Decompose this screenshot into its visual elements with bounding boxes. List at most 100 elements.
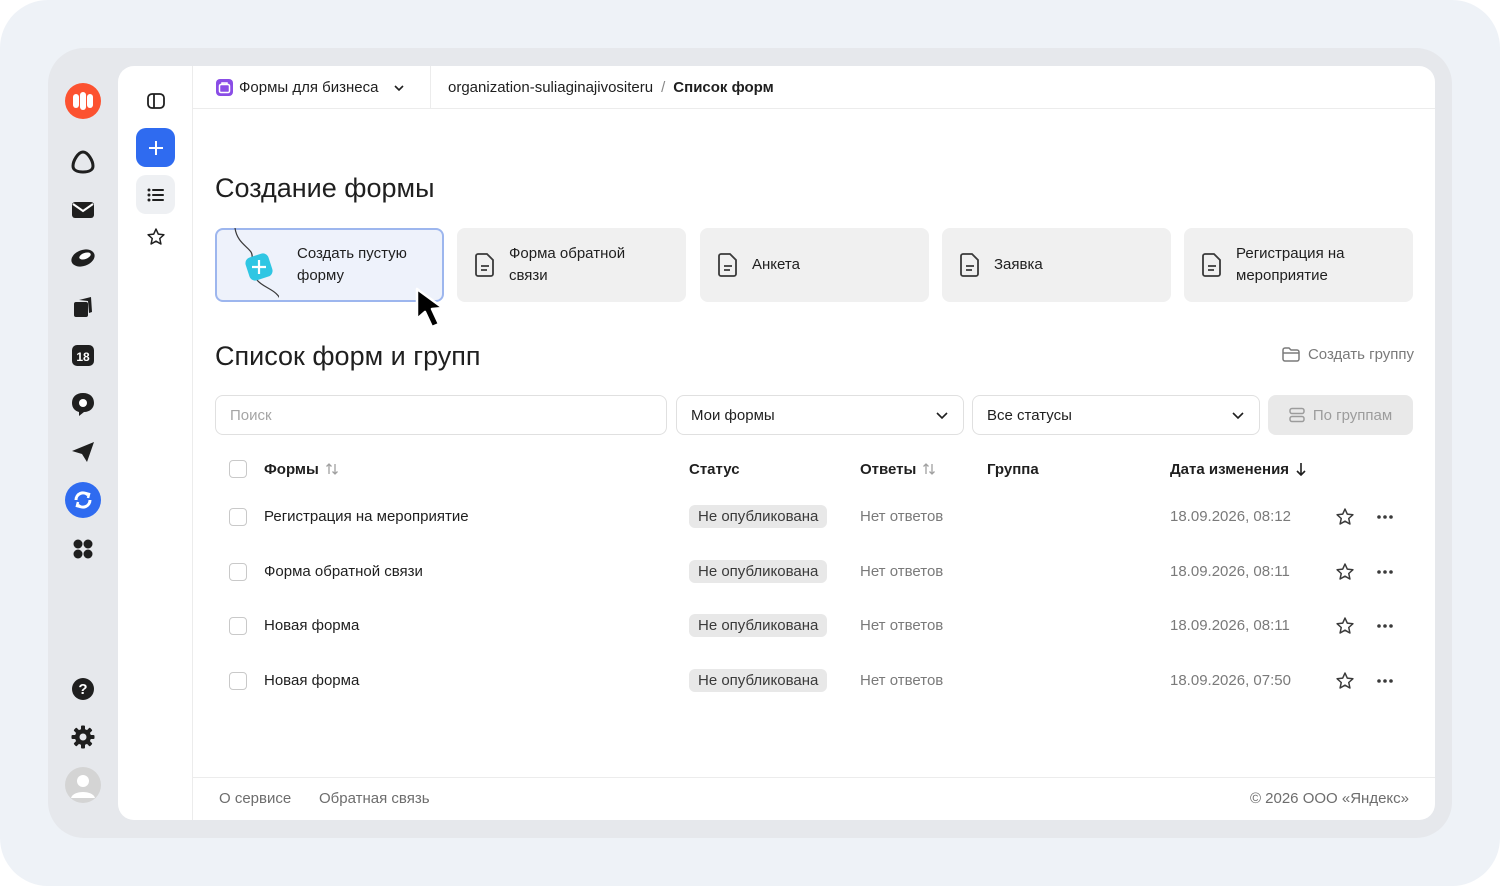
form-name[interactable]: Новая форма [264,653,359,708]
svg-text:?: ? [78,681,87,698]
forms-sidebar [118,66,193,820]
modified-date: 18.09.2026, 08:11 [1170,617,1290,634]
document-icon [1202,253,1221,277]
blank-form-illustration-icon [234,228,279,299]
tile-application[interactable]: Заявка [942,228,1171,302]
tile-label: Форма обратной связи [509,245,626,284]
tile-label: Анкета [752,256,800,273]
modified-date: 18.09.2026, 08:12 [1170,508,1291,525]
column-status: Статус [689,460,740,478]
status-filter-select[interactable]: Все статусы [972,395,1260,435]
favorites-nav[interactable] [136,217,175,256]
table-row[interactable]: Новая форма Не опубликована Нет ответов 18.… [215,598,1415,653]
chevron-down-icon [1232,412,1244,420]
copyright: © 2026 ООО «Яндекс» [1249,790,1409,807]
row-checkbox[interactable] [229,562,247,581]
more-options-icon[interactable] [1376,653,1394,708]
document-icon [718,253,737,277]
column-forms[interactable]: Формы [264,449,339,489]
settings-icon[interactable] [65,719,101,755]
create-form-button[interactable] [136,128,175,167]
groups-icon [1289,407,1305,423]
form-name[interactable]: Новая форма [264,598,359,653]
select-all-checkbox[interactable] [229,460,247,478]
form-name[interactable]: Форма обратной связи [264,544,423,599]
sort-desc-icon [1296,463,1306,476]
status-badge: Не опубликована [689,560,828,583]
service-switcher[interactable]: Формы для бизнеса [193,66,431,109]
filters-bar: Мои формы Все статусы По группам [215,395,1415,435]
breadcrumb: organization-suliaginajivositeru / Списо… [448,66,774,109]
service-name: Формы для бизнеса [239,79,379,96]
owner-filter-value: Мои формы [691,406,775,424]
answers-count: Нет ответов [860,508,944,525]
tile-event-registration[interactable]: Регистрация на мероприятие [1184,228,1413,302]
create-group-button[interactable]: Создать группу [1282,346,1414,363]
mail-icon[interactable] [65,192,101,228]
about-link[interactable]: О сервисе [219,790,291,807]
favorite-star-icon[interactable] [1335,544,1355,599]
status-filter-value: Все статусы [987,406,1072,424]
plus-icon [148,140,163,155]
forms-business-icon [216,79,233,96]
folder-icon [1282,347,1300,362]
column-answers-label: Ответы [860,460,917,478]
column-modified-label: Дата изменения [1170,460,1290,478]
tile-feedback-form[interactable]: Форма обратной связи [457,228,686,302]
docs-icon[interactable] [65,289,101,325]
column-forms-label: Формы [264,460,319,478]
column-answers[interactable]: Ответы [860,449,936,489]
answers-count: Нет ответов [860,617,944,634]
forms-icon[interactable] [65,482,101,518]
disk-icon[interactable] [65,240,101,276]
row-checkbox[interactable] [229,616,247,635]
status-badge: Не опубликована [689,614,828,637]
favorite-star-icon[interactable] [1335,653,1355,708]
tile-label: Заявка [994,256,1043,273]
row-checkbox[interactable] [229,671,247,690]
table-header: Формы Статус Ответы Группа Дата изменени… [215,449,1415,489]
collapse-sidebar-icon[interactable] [136,81,175,120]
alice-icon[interactable] [65,144,101,180]
favorite-star-icon[interactable] [1335,598,1355,653]
group-by-button[interactable]: По группам [1268,395,1413,435]
owner-filter-select[interactable]: Мои формы [676,395,964,435]
template-tiles: Создать пустую форму Форма обратной связ… [215,228,1415,302]
chevron-down-icon [394,84,405,91]
favorite-star-icon[interactable] [1335,489,1355,544]
document-icon [960,253,979,277]
help-icon[interactable]: ? [65,671,101,707]
tile-blank-form[interactable]: Создать пустую форму [215,228,444,302]
feedback-link[interactable]: Обратная связь [319,790,430,807]
column-group: Группа [987,460,1039,478]
breadcrumb-org[interactable]: organization-suliaginajivositeru [448,79,653,96]
more-options-icon[interactable] [1376,489,1394,544]
breadcrumb-separator: / [661,79,666,96]
services-grid-icon[interactable] [65,531,101,567]
document-icon [475,253,494,277]
group-by-label: По группам [1312,406,1393,424]
column-modified[interactable]: Дата изменения [1170,449,1307,489]
list-section-title: Список форм и групп [215,341,481,371]
star-icon [146,227,165,245]
main-card: Формы для бизнеса organization-suliagina… [118,66,1435,820]
modified-date: 18.09.2026, 07:50 [1170,672,1291,689]
table-row[interactable]: Новая форма Не опубликована Нет ответов 18.… [215,653,1415,708]
more-options-icon[interactable] [1376,598,1394,653]
forms-list-nav[interactable] [136,175,175,214]
table-row[interactable]: Форма обратной связи Не опубликована Нет о… [215,544,1415,599]
more-options-icon[interactable] [1376,544,1394,599]
messenger-icon[interactable] [65,386,101,422]
modified-date: 18.09.2026, 08:11 [1170,563,1290,580]
form-name[interactable]: Регистрация на мероприятие [264,489,469,544]
tile-questionnaire[interactable]: Анкета [700,228,929,302]
avatar[interactable] [65,767,101,803]
row-checkbox[interactable] [229,507,247,526]
mouse-cursor-icon [415,287,445,329]
telemost-icon[interactable] [65,434,101,470]
answers-count: Нет ответов [860,672,944,689]
table-row[interactable]: Регистрация на мероприятие Не опубликован… [215,489,1415,544]
yandex-logo-icon[interactable] [65,83,101,119]
calendar-icon[interactable]: 18 [65,337,101,373]
search-input[interactable] [215,395,667,435]
